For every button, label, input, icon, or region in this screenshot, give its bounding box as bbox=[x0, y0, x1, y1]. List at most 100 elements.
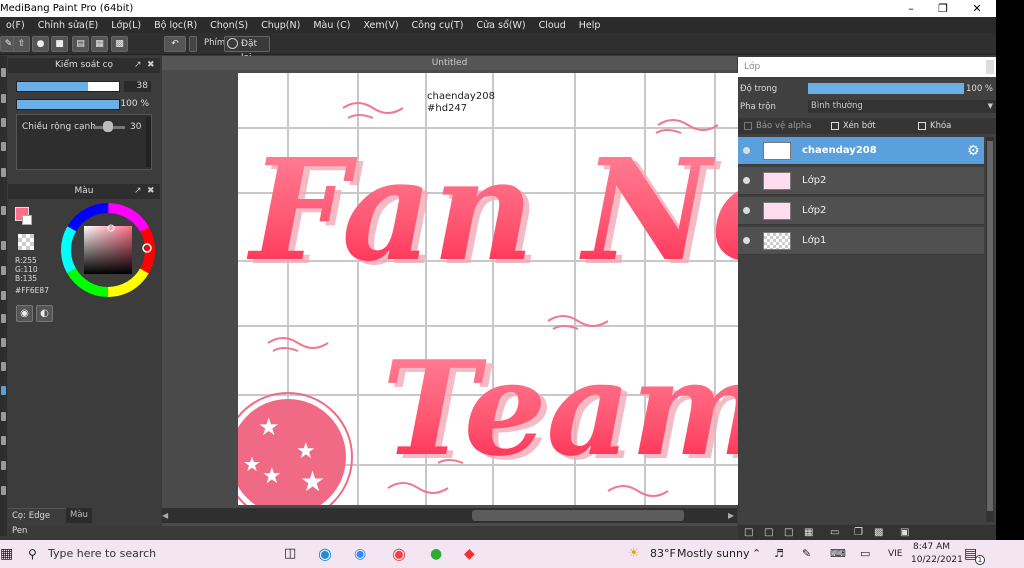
protect-alpha-checkbox[interactable] bbox=[744, 122, 752, 130]
visibility-icon[interactable] bbox=[743, 147, 750, 154]
tool-icon[interactable] bbox=[1, 436, 6, 445]
share-icon[interactable]: ⇧ bbox=[13, 36, 30, 52]
layer-row[interactable]: Lớp2 bbox=[738, 167, 984, 195]
merge-icon[interactable]: ▩ bbox=[874, 527, 883, 538]
popout-icon[interactable]: ↗ bbox=[134, 58, 142, 73]
menu-filter[interactable]: Bộ lọc(R) bbox=[148, 20, 204, 31]
menu-window[interactable]: Cửa sổ(W) bbox=[471, 20, 533, 31]
new-halftone-layer-icon[interactable]: □ bbox=[764, 527, 773, 538]
tool-icon[interactable] bbox=[1, 206, 6, 215]
scroll-left-icon[interactable]: ◀ bbox=[162, 511, 168, 520]
lock-checkbox[interactable] bbox=[918, 122, 926, 130]
layer-panel-grip[interactable] bbox=[986, 60, 994, 74]
popout-icon[interactable]: ↗ bbox=[134, 184, 142, 199]
tool-icon[interactable] bbox=[1, 94, 6, 103]
trash-icon[interactable]: ▣ bbox=[900, 527, 909, 538]
clock-date[interactable]: 10/22/2021 bbox=[911, 555, 963, 565]
search-icon[interactable]: ⚲ bbox=[28, 540, 37, 568]
layer-scrollbar[interactable] bbox=[986, 137, 994, 522]
selected-tool-icon[interactable] bbox=[1, 386, 6, 395]
taskbar-search-input[interactable]: Type here to search bbox=[48, 540, 156, 568]
start-icon[interactable]: ▦ bbox=[0, 540, 13, 568]
tool-icon[interactable] bbox=[1, 241, 6, 250]
edge-browser-icon[interactable]: ◉ bbox=[318, 540, 332, 568]
zoom-icon[interactable]: ◉ bbox=[354, 540, 366, 568]
language-indicator[interactable]: VIE bbox=[888, 540, 903, 568]
minimize-icon[interactable]: – bbox=[894, 0, 928, 17]
close-icon[interactable]: ✕ bbox=[960, 0, 994, 17]
tool-icon[interactable] bbox=[1, 68, 6, 77]
canvas[interactable]: Fan Noo Fan Noo Team Team ★ ★ ★ ★ ★ chae… bbox=[238, 73, 738, 505]
tool-icon[interactable] bbox=[1, 142, 6, 151]
grid-icon[interactable]: ▩ bbox=[111, 36, 128, 52]
color-picker-icon[interactable]: ◐ bbox=[36, 305, 53, 322]
close-panel-icon[interactable]: ✖ bbox=[147, 58, 155, 73]
tool-icon[interactable] bbox=[1, 168, 6, 177]
tool-icon[interactable] bbox=[1, 314, 6, 323]
tool-icon[interactable] bbox=[1, 338, 6, 347]
reset-button[interactable]: Đặt lại bbox=[224, 36, 270, 63]
tool-icon[interactable] bbox=[1, 291, 6, 300]
undo-icon[interactable]: ↶ bbox=[164, 36, 186, 52]
chat-icon[interactable]: ■ bbox=[51, 36, 68, 52]
brush-opacity-slider[interactable] bbox=[16, 99, 120, 110]
close-panel-icon[interactable]: ✖ bbox=[147, 184, 155, 199]
transparent-swatch[interactable] bbox=[18, 234, 34, 250]
tool-icon[interactable] bbox=[1, 486, 6, 495]
menu-view[interactable]: Xem(V) bbox=[357, 20, 405, 31]
tab-brush[interactable]: Cọ: Edge Pen bbox=[8, 508, 66, 536]
background-color-swatch[interactable] bbox=[22, 215, 32, 225]
medibang-icon[interactable]: ● bbox=[430, 540, 442, 568]
brush-scrollbar[interactable] bbox=[146, 117, 151, 167]
keyboard-icon[interactable]: ⌨ bbox=[830, 540, 846, 568]
layer-row[interactable]: Lớp2 bbox=[738, 197, 984, 225]
brush-size-slider[interactable] bbox=[16, 81, 120, 92]
tool-icon[interactable] bbox=[1, 266, 6, 275]
menu-snap[interactable]: Chụp(N) bbox=[255, 20, 307, 31]
wps-icon[interactable]: ◆ bbox=[464, 540, 475, 568]
scroll-thumb[interactable] bbox=[472, 510, 684, 521]
menu-cloud[interactable]: Cloud bbox=[533, 20, 573, 31]
palette-icon[interactable]: ◉ bbox=[16, 305, 33, 322]
new-8bit-layer-icon[interactable]: □ bbox=[784, 527, 793, 538]
menu-help[interactable]: Help bbox=[573, 20, 608, 31]
folder-icon[interactable]: ▭ bbox=[830, 527, 839, 538]
comment-icon[interactable]: ● bbox=[32, 36, 49, 52]
page-icon[interactable]: ▤ bbox=[72, 36, 89, 52]
layer-row[interactable]: chaenday208 ⚙ bbox=[738, 137, 984, 165]
document-tab[interactable]: Untitled bbox=[162, 56, 737, 70]
task-view-icon[interactable]: ◫ bbox=[284, 540, 296, 568]
horizontal-scrollbar[interactable]: ◀ ▶ bbox=[162, 508, 737, 523]
brush-size-value[interactable]: 38 bbox=[124, 81, 151, 92]
visibility-icon[interactable] bbox=[743, 237, 750, 244]
color-wheel[interactable] bbox=[58, 200, 158, 300]
pen-workspace-icon[interactable]: ✎ bbox=[802, 540, 811, 568]
visibility-icon[interactable] bbox=[743, 207, 750, 214]
weather-temp[interactable]: 83°F bbox=[650, 540, 676, 568]
weather-text[interactable]: Mostly sunny bbox=[677, 540, 749, 568]
menu-select[interactable]: Chọn(S) bbox=[204, 20, 255, 31]
clock-time[interactable]: 8:47 AM bbox=[913, 542, 950, 552]
clipping-checkbox[interactable] bbox=[831, 122, 839, 130]
scroll-right-icon[interactable]: ▶ bbox=[728, 511, 734, 520]
edge-width-handle[interactable] bbox=[103, 121, 113, 132]
menu-file[interactable]: o(F) bbox=[0, 20, 32, 31]
color-hex-value[interactable]: #FF6E87 bbox=[15, 286, 49, 295]
restore-icon[interactable]: ❐ bbox=[926, 0, 960, 17]
display-icon[interactable]: ▭ bbox=[860, 540, 870, 568]
layer-scroll-thumb[interactable] bbox=[987, 141, 993, 511]
visibility-icon[interactable] bbox=[743, 177, 750, 184]
chevron-up-icon[interactable]: ⌃ bbox=[752, 540, 761, 568]
menu-color[interactable]: Màu (C) bbox=[307, 20, 357, 31]
tab-color[interactable]: Màu bbox=[66, 508, 92, 523]
layer-row[interactable]: Lớp1 bbox=[738, 227, 984, 255]
duplicate-icon[interactable]: ❐ bbox=[854, 527, 863, 538]
speaker-icon[interactable]: ♬ bbox=[774, 540, 784, 568]
gear-icon[interactable]: ⚙ bbox=[967, 143, 980, 159]
add-layer-menu-icon[interactable]: ▦ bbox=[804, 527, 813, 538]
blend-mode-select[interactable]: Bình thường ▼ bbox=[808, 100, 996, 113]
chrome-icon[interactable]: ◉ bbox=[392, 540, 406, 568]
brush-opacity-value[interactable]: 100 % bbox=[120, 99, 152, 110]
menu-tools[interactable]: Công cụ(T) bbox=[406, 20, 471, 31]
tool-icon[interactable] bbox=[1, 412, 6, 421]
